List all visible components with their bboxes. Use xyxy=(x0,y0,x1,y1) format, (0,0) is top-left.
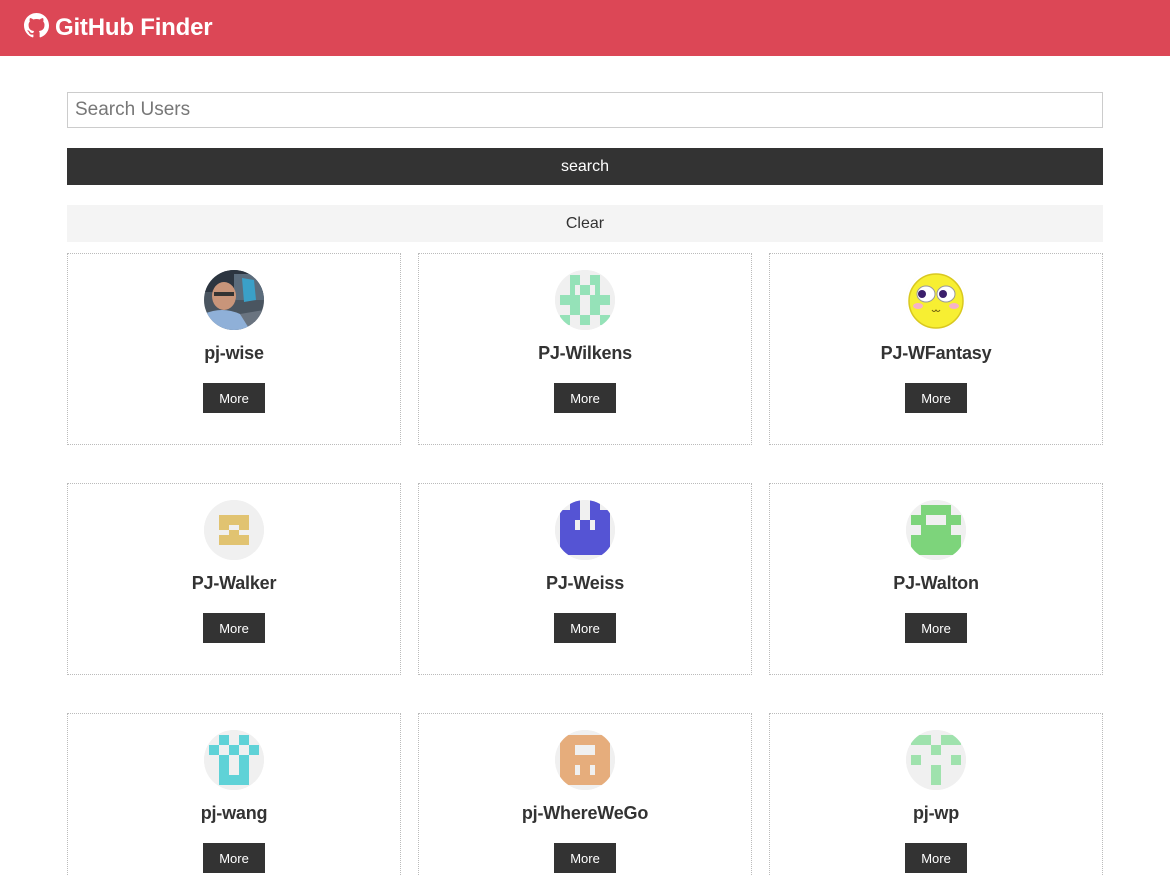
user-avatar xyxy=(906,270,966,330)
clear-button[interactable]: Clear xyxy=(67,205,1103,242)
user-card: PJ-Walton More xyxy=(769,483,1103,675)
user-login: PJ-WFantasy xyxy=(880,343,992,363)
user-avatar xyxy=(204,500,264,560)
search-input[interactable] xyxy=(67,92,1103,128)
user-avatar xyxy=(555,730,615,790)
more-button[interactable]: More xyxy=(554,843,616,873)
app-logo[interactable]: GitHub Finder xyxy=(24,13,213,43)
user-avatar xyxy=(204,270,264,330)
user-avatar xyxy=(204,730,264,790)
user-avatar xyxy=(906,500,966,560)
user-avatar xyxy=(555,270,615,330)
user-login: pj-WhereWeGo xyxy=(521,803,649,823)
user-login: PJ-Walton xyxy=(893,573,979,593)
search-button[interactable]: search xyxy=(67,148,1103,185)
more-button[interactable]: More xyxy=(905,613,967,643)
main-container: search Clear pj-wise More xyxy=(67,92,1103,876)
more-button[interactable]: More xyxy=(203,613,265,643)
more-button[interactable]: More xyxy=(203,383,265,413)
user-login: pj-wise xyxy=(204,343,264,363)
user-card: pj-WhereWeGo More xyxy=(418,713,752,876)
more-button[interactable]: More xyxy=(905,383,967,413)
github-icon xyxy=(24,13,49,43)
user-avatar xyxy=(906,730,966,790)
search-form: search xyxy=(67,92,1103,185)
more-button[interactable]: More xyxy=(203,843,265,873)
user-card: PJ-WFantasy More xyxy=(769,253,1103,445)
user-card: PJ-Walker More xyxy=(67,483,401,675)
user-login: pj-wp xyxy=(913,803,959,823)
user-card: pj-wp More xyxy=(769,713,1103,876)
users-grid: pj-wise More PJ-Wilkens More PJ-WFantasy… xyxy=(67,253,1103,876)
more-button[interactable]: More xyxy=(554,613,616,643)
user-login: PJ-Wilkens xyxy=(538,343,632,363)
user-login: PJ-Walker xyxy=(191,573,277,593)
user-card: PJ-Weiss More xyxy=(418,483,752,675)
user-login: PJ-Weiss xyxy=(545,573,625,593)
user-card: pj-wang More xyxy=(67,713,401,876)
user-card: pj-wise More xyxy=(67,253,401,445)
more-button[interactable]: More xyxy=(905,843,967,873)
app-title: GitHub Finder xyxy=(55,14,213,41)
user-card: PJ-Wilkens More xyxy=(418,253,752,445)
user-login: pj-wang xyxy=(200,803,268,823)
navbar: GitHub Finder xyxy=(0,0,1170,56)
more-button[interactable]: More xyxy=(554,383,616,413)
user-avatar xyxy=(555,500,615,560)
